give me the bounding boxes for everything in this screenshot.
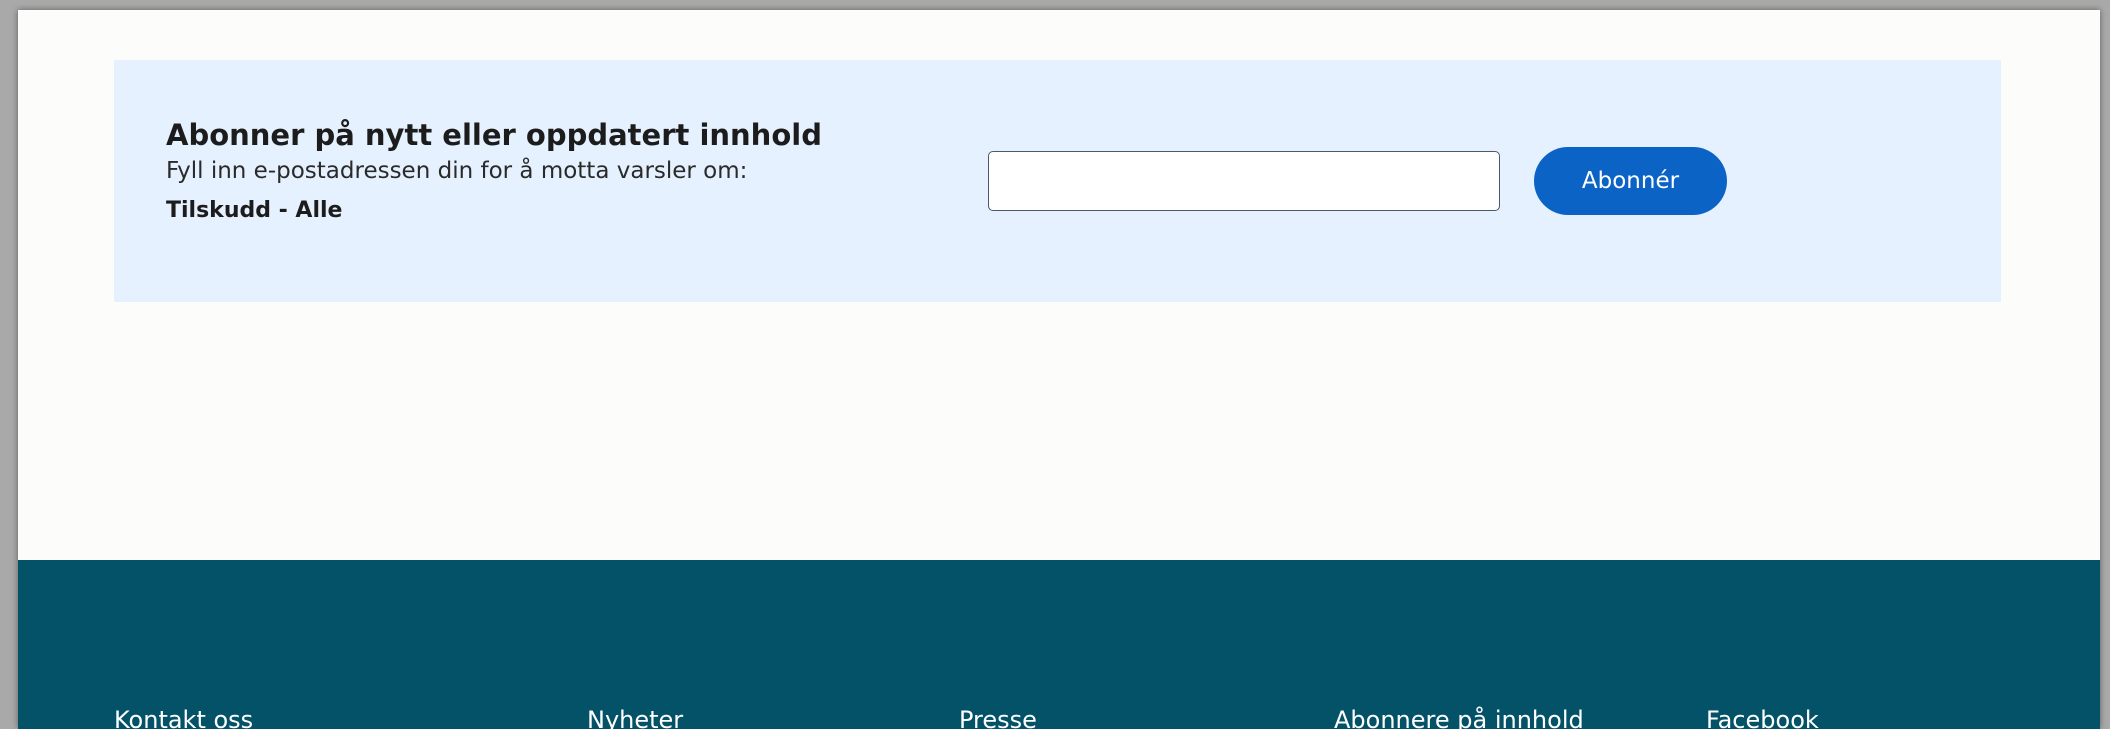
footer-link-news[interactable]: Nyheter (587, 706, 683, 729)
subscribe-description: Fyll inn e-postadressen din for å motta … (166, 158, 748, 184)
subscribe-panel: Abonner på nytt eller oppdatert innhold … (114, 60, 2001, 302)
site-footer: Kontakt oss Nyheter Presse Abonnere på i… (18, 560, 2100, 729)
subscribe-topic: Tilskudd - Alle (166, 198, 343, 223)
subscribe-title: Abonner på nytt eller oppdatert innhold (166, 118, 822, 152)
browser-viewport: Abonner på nytt eller oppdatert innhold … (18, 10, 2100, 729)
footer-link-contact[interactable]: Kontakt oss (114, 706, 253, 729)
subscribe-button[interactable]: Abonnér (1534, 147, 1727, 215)
email-input[interactable] (988, 151, 1500, 211)
footer-link-subscribe[interactable]: Abonnere på innhold (1334, 706, 1584, 729)
footer-link-press[interactable]: Presse (959, 706, 1037, 729)
footer-link-facebook[interactable]: Facebook (1706, 706, 1819, 729)
